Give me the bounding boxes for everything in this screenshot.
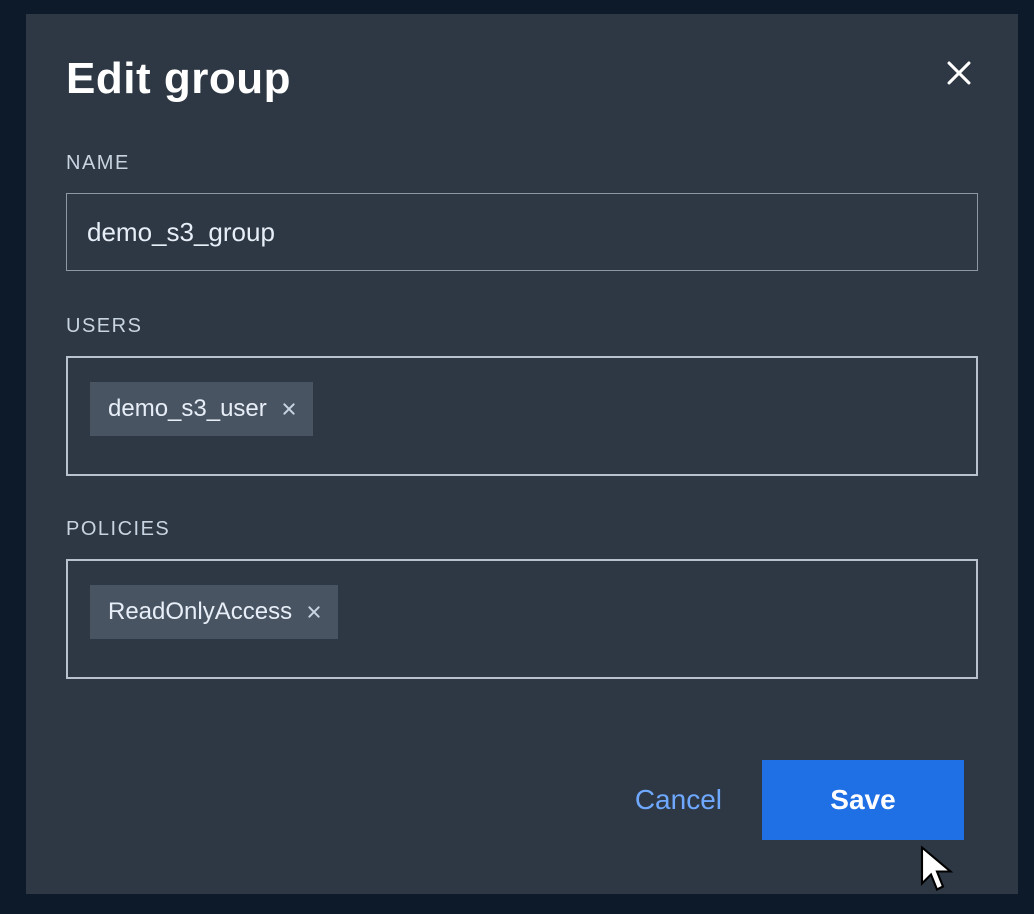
name-input-wrap[interactable] — [66, 193, 978, 271]
user-chip-label: demo_s3_user — [108, 395, 267, 423]
remove-icon — [306, 604, 322, 620]
mouse-cursor-icon — [918, 846, 956, 899]
modal-title: Edit group — [66, 54, 291, 104]
close-button[interactable] — [940, 54, 978, 92]
remove-icon — [281, 401, 297, 417]
edit-group-modal: Edit group NAME USERS demo_s3_user — [26, 14, 1018, 894]
remove-user-chip-button[interactable] — [281, 401, 297, 417]
save-button[interactable]: Save — [762, 760, 964, 840]
modal-footer: Cancel Save — [635, 760, 964, 840]
remove-policy-chip-button[interactable] — [306, 604, 322, 620]
cancel-button[interactable]: Cancel — [635, 784, 722, 816]
close-icon — [942, 56, 976, 90]
name-input[interactable] — [87, 217, 957, 248]
policies-label: POLICIES — [66, 518, 978, 541]
policy-chip[interactable]: ReadOnlyAccess — [90, 585, 338, 639]
user-chip[interactable]: demo_s3_user — [90, 382, 313, 436]
name-label: NAME — [66, 152, 978, 175]
users-chip-box[interactable]: demo_s3_user — [66, 356, 978, 476]
backdrop: Edit group NAME USERS demo_s3_user — [0, 0, 1034, 914]
policies-chip-box[interactable]: ReadOnlyAccess — [66, 559, 978, 679]
modal-header: Edit group — [66, 54, 978, 104]
users-label: USERS — [66, 315, 978, 338]
policy-chip-label: ReadOnlyAccess — [108, 598, 292, 626]
